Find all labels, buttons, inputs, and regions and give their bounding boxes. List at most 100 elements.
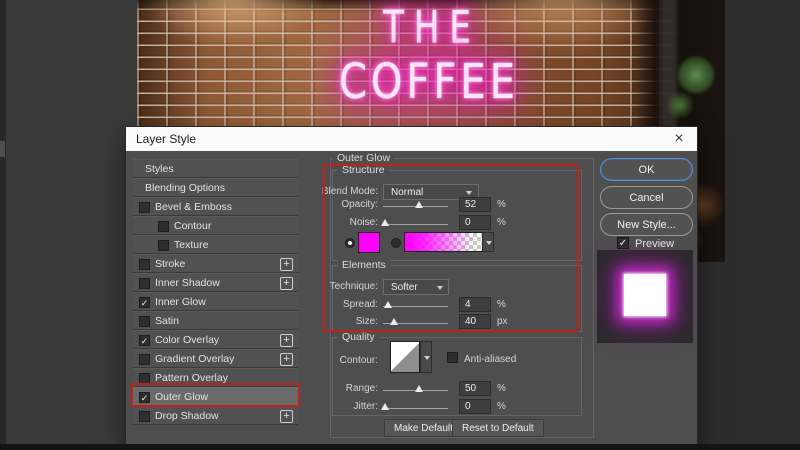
anti-aliased-checkbox[interactable]: ✓ [447,352,458,363]
sidebar-item-inner-glow[interactable]: ✓ Inner Glow [133,292,298,311]
size-slider-thumb[interactable] [390,318,398,325]
plus-icon[interactable]: + [280,258,293,271]
range-label: Range: [345,383,378,394]
range-slider-thumb[interactable] [415,385,423,392]
sidebar-item-color-overlay[interactable]: ✓ Color Overlay + [133,330,298,349]
new-style-button[interactable]: New Style... [600,213,693,236]
sidebar-item-label: Outer Glow [155,391,209,403]
sidebar-item-drop-shadow[interactable]: ✓ Drop Shadow + [133,406,298,425]
sidebar-item-contour[interactable]: ✓ Contour [133,216,298,235]
spread-field[interactable]: 4 [459,297,491,312]
spread-unit: % [497,299,506,310]
jitter-unit: % [497,401,506,412]
technique-row: Technique: Softer [312,279,592,297]
contour-row: Contour: ✓ Anti-aliased [312,341,592,375]
sidebar-item-styles[interactable]: Styles [133,159,298,178]
checkbox-icon[interactable]: ✓ [139,316,150,327]
noise-slider-thumb[interactable] [381,219,389,226]
checkbox-checked-icon[interactable]: ✓ [139,297,150,308]
checkbox-icon[interactable]: ✓ [139,278,150,289]
plus-icon[interactable]: + [280,334,293,347]
preview-glow-square [624,274,666,316]
contour-label: Contour: [339,355,378,366]
checkbox-icon[interactable]: ✓ [139,411,150,422]
gradient-dropdown[interactable] [482,232,494,252]
size-field[interactable]: 40 [459,314,491,329]
sidebar-item-blending-options[interactable]: Blending Options [133,178,298,197]
spread-label: Spread: [342,299,378,310]
chevron-down-icon [437,286,443,290]
sidebar-item-outer-glow[interactable]: ✓ Outer Glow [133,387,298,406]
sidebar-item-label: Contour [174,220,212,232]
technique-label: Technique: [329,281,378,292]
noise-field[interactable]: 0 [459,215,491,230]
blend-mode-label: Blend Mode: [321,186,378,197]
panel-title: Outer Glow [333,152,395,164]
checkbox-checked-icon[interactable]: ✓ [139,392,150,403]
sidebar-item-label: Satin [155,315,179,327]
spread-slider-thumb[interactable] [384,301,392,308]
style-preview-thumbnail [597,250,693,343]
jitter-slider-track[interactable] [383,408,448,409]
gradient-radio[interactable] [391,238,401,248]
sidebar-item-bevel-emboss[interactable]: ✓ Bevel & Emboss [133,197,298,216]
neon-text-line2: COFFEE [339,55,519,111]
checkbox-icon[interactable]: ✓ [139,202,150,213]
reset-to-default-button[interactable]: Reset to Default [452,419,544,437]
gradient-bar[interactable] [404,232,483,252]
plus-icon[interactable]: + [280,410,293,423]
range-row: Range: 50 % [312,381,592,399]
layer-style-dialog: Layer Style × Styles Blending Options ✓ B… [126,127,697,445]
glow-color-swatch[interactable] [358,232,380,253]
size-row: Size: 40 px [312,314,592,332]
close-icon[interactable]: × [669,129,689,149]
range-field[interactable]: 50 [459,381,491,396]
jitter-field[interactable]: 0 [459,399,491,414]
checkbox-icon[interactable]: ✓ [158,221,169,232]
color-radio-selected[interactable] [345,238,355,248]
toolbar-edge [0,0,6,450]
checkbox-icon[interactable]: ✓ [158,240,169,251]
spread-slider-track[interactable] [383,306,448,307]
size-unit: px [497,316,508,327]
technique-dropdown[interactable]: Softer [383,279,449,295]
plus-icon[interactable]: + [280,277,293,290]
opacity-row: Opacity: 52 % [312,197,592,215]
dialog-titlebar[interactable]: Layer Style × [126,127,697,151]
sidebar-item-label: Color Overlay [155,334,220,346]
checkbox-icon[interactable]: ✓ [139,373,150,384]
sidebar-item-label: Pattern Overlay [155,372,228,384]
anti-aliased-label: Anti-aliased [464,354,517,365]
noise-unit: % [497,217,506,228]
sidebar-item-pattern-overlay[interactable]: ✓ Pattern Overlay [133,368,298,387]
preview-label: Preview [635,238,675,250]
sidebar-item-stroke[interactable]: ✓ Stroke + [133,254,298,273]
sidebar-item-satin[interactable]: ✓ Satin [133,311,298,330]
spread-row: Spread: 4 % [312,297,592,315]
contour-thumbnail[interactable] [390,341,420,373]
technique-value: Softer [391,282,418,293]
cancel-button[interactable]: Cancel [600,186,693,209]
chevron-down-icon [466,191,472,195]
preview-checkbox-checked[interactable]: ✓ [617,237,629,249]
noise-slider-track[interactable] [383,224,448,225]
dialog-title: Layer Style [136,132,197,146]
sidebar-item-texture[interactable]: ✓ Texture [133,235,298,254]
checkbox-checked-icon[interactable]: ✓ [139,335,150,346]
sidebar-item-label: Inner Glow [155,296,206,308]
checkbox-icon[interactable]: ✓ [139,354,150,365]
plus-icon[interactable]: + [280,353,293,366]
sidebar-item-gradient-overlay[interactable]: ✓ Gradient Overlay + [133,349,298,368]
quality-group-label: Quality [338,331,379,343]
ok-button[interactable]: OK [600,158,693,181]
checkbox-icon[interactable]: ✓ [139,259,150,270]
sidebar-item-inner-shadow[interactable]: ✓ Inner Shadow + [133,273,298,292]
opacity-slider-thumb[interactable] [415,201,423,208]
contour-dropdown[interactable] [420,341,432,373]
noise-row: Noise: 0 % [312,215,592,233]
jitter-slider-thumb[interactable] [381,403,389,410]
sidebar-item-label: Stroke [155,258,186,270]
sidebar-item-label: Blending Options [145,182,225,194]
opacity-field[interactable]: 52 [459,197,491,212]
sidebar-item-label: Drop Shadow [155,410,219,422]
